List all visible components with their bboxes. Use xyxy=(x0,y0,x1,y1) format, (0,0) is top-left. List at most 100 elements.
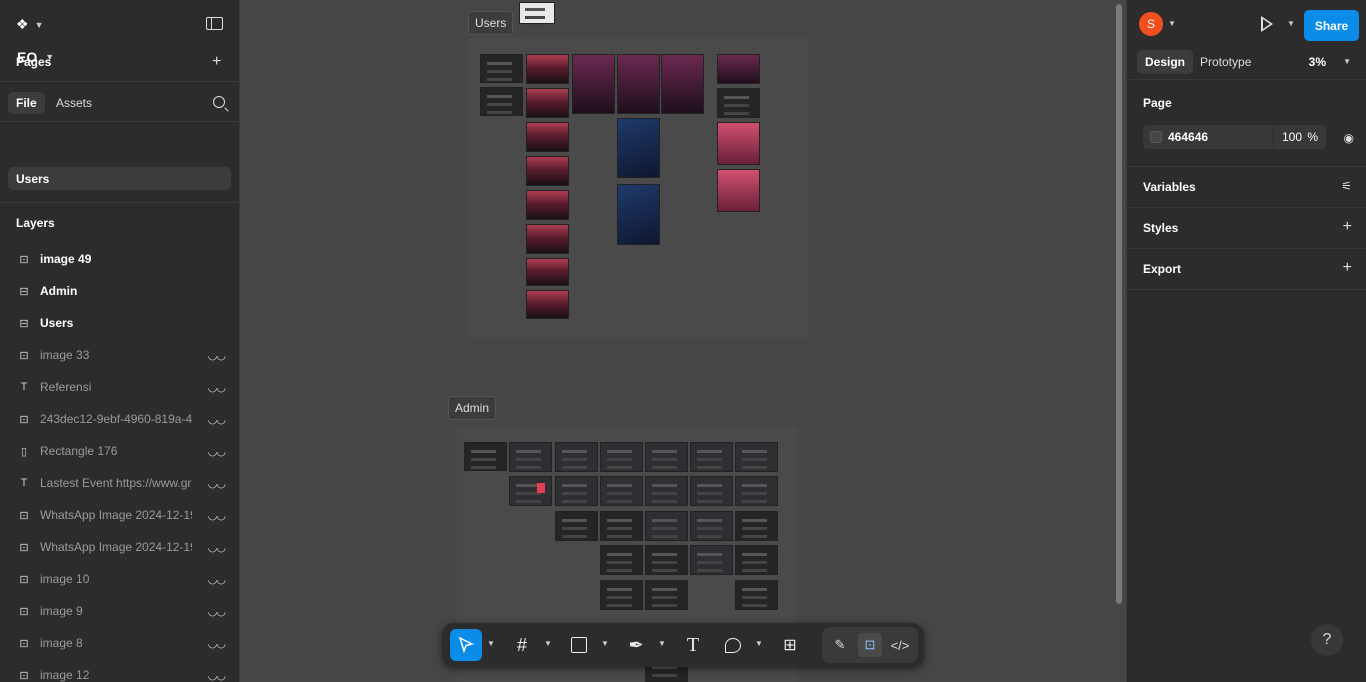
screen-thumbnail[interactable] xyxy=(645,545,688,575)
screen-thumbnail[interactable] xyxy=(509,442,552,472)
actions-button[interactable]: ⊞ xyxy=(774,629,806,661)
screen-thumbnail[interactable] xyxy=(690,476,733,506)
screen-thumbnail[interactable] xyxy=(526,258,569,286)
hidden-eye-icon[interactable]: ◡◡ xyxy=(208,349,226,362)
screen-thumbnail[interactable] xyxy=(735,545,778,575)
screen-thumbnail[interactable] xyxy=(717,169,760,212)
hidden-eye-icon[interactable]: ◡◡ xyxy=(208,605,226,618)
hidden-eye-icon[interactable]: ◡◡ xyxy=(208,381,226,394)
layer-item[interactable]: ⊡ WhatsApp Image 2024-12-19 ◡◡ xyxy=(0,531,239,563)
screen-thumbnail[interactable] xyxy=(735,511,778,541)
comment-tool-button[interactable] xyxy=(717,629,749,661)
tab-prototype[interactable]: Prototype xyxy=(1192,50,1259,74)
layer-item[interactable]: ⊟ Users xyxy=(0,307,239,339)
layer-item[interactable]: ⊡ image 8 ◡◡ xyxy=(0,627,239,659)
screen-thumbnail[interactable] xyxy=(555,511,598,541)
image-thumbnail[interactable] xyxy=(519,2,555,24)
screen-thumbnail[interactable] xyxy=(526,190,569,220)
screen-thumbnail[interactable] xyxy=(526,54,569,84)
hidden-eye-icon[interactable]: ◡◡ xyxy=(208,573,226,586)
screen-thumbnail[interactable] xyxy=(526,156,569,186)
page-color-hex[interactable]: 464646 xyxy=(1168,130,1208,144)
screen-thumbnail[interactable] xyxy=(661,54,704,114)
screen-thumbnail[interactable] xyxy=(555,476,598,506)
screen-thumbnail[interactable] xyxy=(600,476,643,506)
dev-mode-icon[interactable]: </> xyxy=(888,633,912,657)
hidden-eye-icon[interactable]: ◡◡ xyxy=(208,413,226,426)
frame-label-admin[interactable]: Admin xyxy=(448,396,497,420)
add-style-icon[interactable]: + xyxy=(1343,219,1352,235)
search-icon[interactable] xyxy=(213,96,225,108)
screen-thumbnail[interactable] xyxy=(526,88,569,118)
screen-thumbnail[interactable] xyxy=(690,511,733,541)
shape-tool-button[interactable] xyxy=(563,629,595,661)
tab-assets[interactable]: Assets xyxy=(48,92,100,114)
layer-item[interactable]: ⊟ Admin xyxy=(0,275,239,307)
screen-thumbnail[interactable] xyxy=(600,442,643,472)
chevron-down-icon[interactable]: ▼ xyxy=(487,639,495,648)
color-swatch[interactable] xyxy=(1150,131,1162,143)
chevron-down-icon[interactable]: ▼ xyxy=(544,639,552,648)
chevron-down-icon[interactable]: ▼ xyxy=(1287,19,1295,28)
screen-thumbnail[interactable] xyxy=(617,118,660,178)
page-opacity-field[interactable]: 100 % xyxy=(1273,125,1326,149)
main-menu-button[interactable]: ❖ ▼ xyxy=(16,16,43,33)
add-export-icon[interactable]: + xyxy=(1343,260,1352,276)
avatar[interactable]: S xyxy=(1139,12,1163,36)
layer-item[interactable]: ⊡ image 10 ◡◡ xyxy=(0,563,239,595)
layer-item[interactable]: ⊡ image 49 xyxy=(0,243,239,275)
chevron-down-icon[interactable]: ▼ xyxy=(755,639,763,648)
add-page-icon[interactable]: + xyxy=(212,54,221,70)
screen-thumbnail[interactable] xyxy=(735,442,778,472)
hidden-eye-icon[interactable]: ◡◡ xyxy=(208,477,226,490)
screen-thumbnail[interactable] xyxy=(690,442,733,472)
zoom-level[interactable]: 3% xyxy=(1309,55,1326,69)
text-tool-button[interactable]: T xyxy=(677,629,709,661)
layer-item[interactable]: ⊡ image 9 ◡◡ xyxy=(0,595,239,627)
screen-thumbnail[interactable] xyxy=(600,511,643,541)
screen-thumbnail[interactable] xyxy=(717,88,760,118)
screen-thumbnail[interactable] xyxy=(600,580,643,610)
pen-tool-button[interactable]: ✒ xyxy=(620,629,652,661)
help-button[interactable]: ? xyxy=(1311,624,1343,656)
variables-settings-icon[interactable]: ⚟ xyxy=(1341,179,1352,193)
page-color-field[interactable]: 464646 100 % xyxy=(1143,125,1326,149)
screen-thumbnail[interactable] xyxy=(480,54,523,83)
page-item-users[interactable]: Users xyxy=(8,167,231,190)
layer-item[interactable]: T Referensi ◡◡ xyxy=(0,371,239,403)
screen-thumbnail[interactable] xyxy=(717,122,760,165)
move-tool-button[interactable] xyxy=(450,629,482,661)
chevron-down-icon[interactable]: ▼ xyxy=(601,639,609,648)
screen-thumbnail[interactable] xyxy=(600,545,643,575)
chevron-down-icon[interactable]: ▼ xyxy=(1343,57,1351,66)
tab-file[interactable]: File xyxy=(8,92,45,114)
hidden-eye-icon[interactable]: ◡◡ xyxy=(208,669,226,682)
design-mode-icon[interactable]: ⊡ xyxy=(858,633,882,657)
layer-item[interactable]: T Lastest Event https://www.gr ◡◡ xyxy=(0,467,239,499)
layer-item[interactable]: ▯ Rectangle 176 ◡◡ xyxy=(0,435,239,467)
hidden-eye-icon[interactable]: ◡◡ xyxy=(208,509,226,522)
screen-thumbnail[interactable] xyxy=(645,476,688,506)
frame-tool-button[interactable]: # xyxy=(506,629,538,661)
screen-thumbnail[interactable] xyxy=(509,476,552,506)
screen-thumbnail[interactable] xyxy=(464,442,507,471)
opacity-value[interactable]: 100 xyxy=(1282,130,1302,144)
visibility-eye-icon[interactable]: ◉ xyxy=(1344,131,1354,145)
screen-thumbnail[interactable] xyxy=(617,184,660,245)
screen-thumbnail[interactable] xyxy=(555,442,598,472)
screen-thumbnail[interactable] xyxy=(645,580,688,610)
screen-thumbnail[interactable] xyxy=(526,290,569,319)
screen-thumbnail[interactable] xyxy=(526,122,569,152)
panel-toggle-icon[interactable] xyxy=(206,17,223,30)
screen-thumbnail[interactable] xyxy=(645,442,688,472)
draw-mode-icon[interactable]: ✎ xyxy=(828,633,852,657)
hidden-eye-icon[interactable]: ◡◡ xyxy=(208,541,226,554)
screen-thumbnail[interactable] xyxy=(617,54,660,114)
screen-thumbnail[interactable] xyxy=(480,87,523,116)
layer-item[interactable]: ⊡ image 12 ◡◡ xyxy=(0,659,239,682)
screen-thumbnail[interactable] xyxy=(526,224,569,254)
layer-item[interactable]: ⊡ WhatsApp Image 2024-12-19 ◡◡ xyxy=(0,499,239,531)
screen-thumbnail[interactable] xyxy=(572,54,615,114)
chevron-down-icon[interactable]: ▼ xyxy=(658,639,666,648)
share-button[interactable]: Share xyxy=(1304,10,1359,41)
